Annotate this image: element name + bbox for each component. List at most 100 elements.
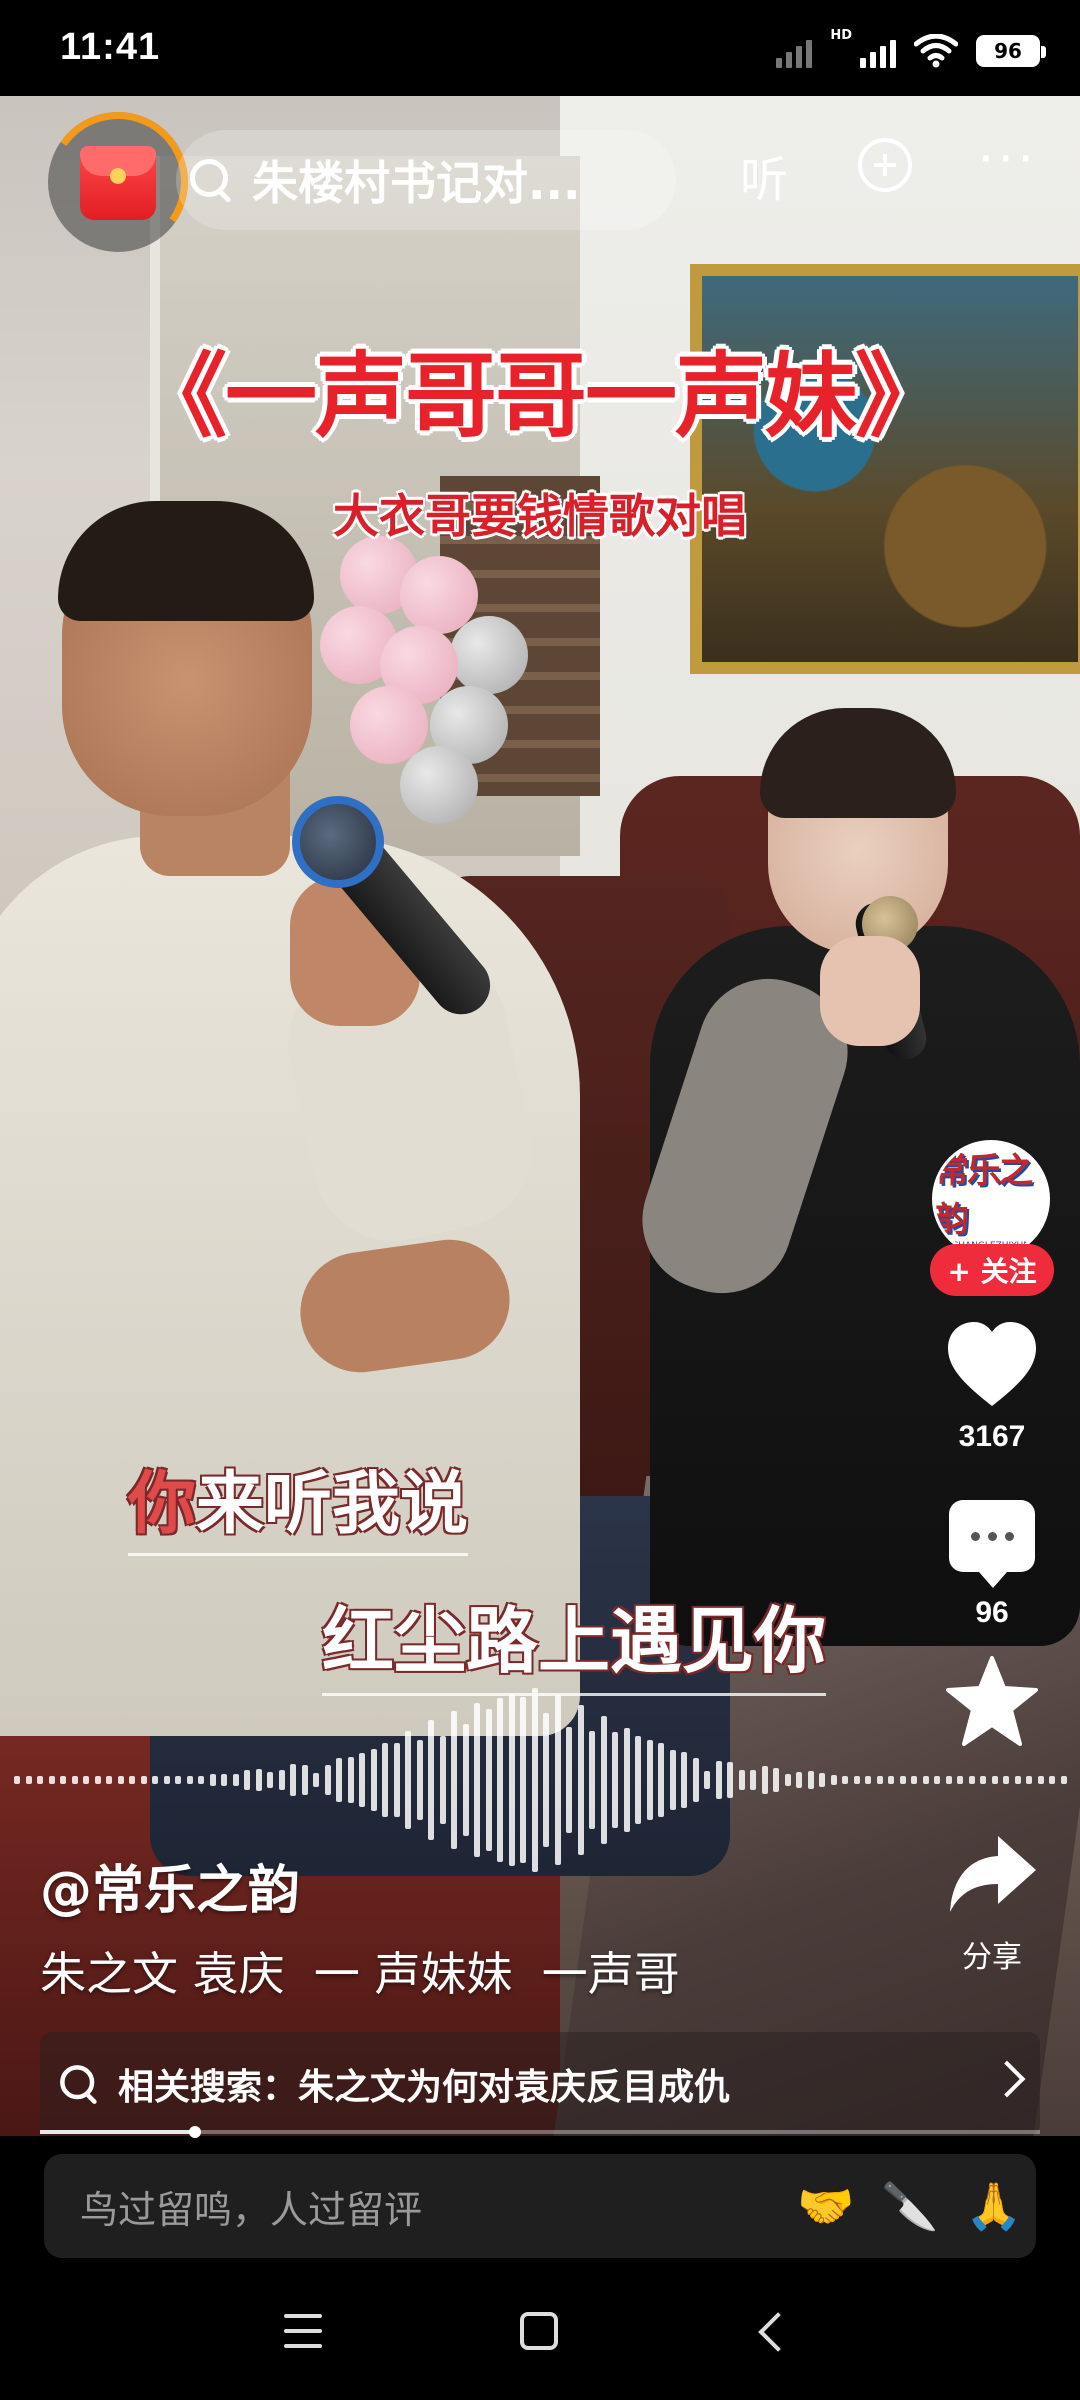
waveform-bar <box>175 1776 181 1784</box>
search-icon <box>58 2063 99 2104</box>
like-button[interactable]: 3167 <box>930 1320 1054 1454</box>
waveform-bar <box>186 1776 193 1784</box>
waveform-bar <box>957 1776 963 1784</box>
waveform-bar <box>888 1776 894 1784</box>
share-button[interactable]: 分享 <box>930 1828 1054 1976</box>
waveform-bar <box>60 1776 66 1784</box>
add-icon[interactable] <box>858 138 912 192</box>
waveform-bar <box>278 1770 285 1790</box>
waveform-bar <box>106 1776 112 1784</box>
pray-emoji-button[interactable]: 🙏 <box>952 2179 1036 2234</box>
listen-button[interactable]: 听 <box>740 140 788 210</box>
waveform-bar <box>922 1776 929 1784</box>
waveform-bar <box>1049 1776 1055 1784</box>
menu-icon[interactable] <box>284 2314 322 2348</box>
comment-icon <box>949 1500 1035 1588</box>
waveform-bar <box>876 1776 883 1784</box>
waveform-bar <box>163 1776 170 1784</box>
waveform-bar <box>336 1758 342 1802</box>
waveform-bar <box>554 1695 561 1865</box>
waveform-bar <box>796 1771 802 1789</box>
comment-input-bar[interactable]: 鸟过留鸣，人过留评 🤝 🔪 🙏 <box>44 2154 1036 2258</box>
waveform-bar <box>761 1765 768 1795</box>
waveform-bar <box>945 1776 952 1784</box>
waveform-bar <box>727 1761 733 1799</box>
waveform-bar <box>623 1728 630 1832</box>
waveform-bar <box>416 1739 423 1821</box>
follow-button[interactable]: + 关注 <box>930 1244 1054 1296</box>
related-search-label: 相关搜索： <box>118 2067 299 2108</box>
red-packet-button[interactable] <box>36 100 200 264</box>
waveform-bar <box>94 1776 101 1784</box>
related-search-bar[interactable]: 相关搜索： 朱之文为何对袁庆反目成仇 <box>40 2032 1040 2136</box>
waveform-bar <box>232 1773 239 1787</box>
network-type-label: HD <box>830 27 852 43</box>
signal-secondary-icon <box>776 34 813 68</box>
waveform-bar <box>830 1774 837 1786</box>
waveform-bar <box>152 1776 158 1784</box>
waveform-bar <box>681 1751 687 1809</box>
waveform-bar <box>1060 1776 1067 1784</box>
comment-button[interactable]: 96 <box>930 1500 1054 1630</box>
waveform-bar <box>140 1776 147 1784</box>
post-description[interactable]: 朱之文 袁庆 一 声妹妹 一声哥 <box>40 1938 680 2004</box>
waveform-bar <box>612 1731 618 1829</box>
waveform-bar <box>715 1761 722 1799</box>
waveform-bar <box>347 1756 354 1804</box>
search-bar[interactable]: 朱楼村书记对... <box>176 130 676 230</box>
creator-avatar[interactable]: 常乐之韵 CHANGLEZHIYUN <box>932 1140 1050 1258</box>
waveform-bar <box>474 1702 480 1858</box>
waveform-bar <box>198 1776 204 1784</box>
waveform-bar <box>635 1736 641 1824</box>
signal-icon <box>860 34 896 68</box>
waveform-bar <box>290 1764 296 1796</box>
waveform-bar <box>750 1770 756 1790</box>
knife-emoji-button[interactable]: 🔪 <box>868 2179 952 2234</box>
waveform-bar <box>991 1776 998 1784</box>
waveform-bar <box>209 1773 216 1787</box>
favorite-button[interactable] <box>930 1654 1054 1754</box>
waveform-bar <box>842 1776 848 1784</box>
waveform-bar <box>600 1716 607 1844</box>
waveform-bar <box>589 1730 595 1830</box>
waveform-bar <box>485 1709 492 1851</box>
waveform-bar <box>83 1776 89 1784</box>
lyric-line-1: 你来听我说 <box>128 1448 469 1556</box>
waveform-bar <box>807 1770 814 1790</box>
waveform-bar <box>244 1770 250 1790</box>
handshake-emoji-button[interactable]: 🤝 <box>784 2179 868 2234</box>
waveform-bar <box>658 1742 664 1818</box>
waveform-bar <box>773 1767 779 1793</box>
waveform-bar <box>117 1776 124 1784</box>
lyric-highlight: 你 <box>128 1465 197 1544</box>
battery-icon: 96 <box>976 35 1046 67</box>
waveform-bar <box>37 1776 43 1784</box>
search-icon <box>188 157 234 203</box>
more-options-button[interactable]: ··· <box>978 130 1038 188</box>
waveform-bar <box>968 1776 975 1784</box>
waveform-bar <box>129 1776 135 1784</box>
author-name[interactable]: @常乐之韵 <box>40 1848 300 1923</box>
waveform-bar <box>393 1742 400 1818</box>
waveform-bar <box>428 1720 434 1840</box>
home-icon[interactable] <box>520 2312 558 2350</box>
microphone-icon <box>292 796 384 888</box>
comment-input[interactable]: 鸟过留鸣，人过留评 <box>80 2179 784 2234</box>
waveform-bar <box>255 1768 262 1792</box>
waveform-bar <box>71 1776 78 1784</box>
video-progress-bar[interactable] <box>40 2126 1040 2138</box>
waveform-bar <box>1014 1776 1021 1784</box>
waveform-bar <box>48 1776 55 1784</box>
video-subtitle: 大衣哥要钱情歌对唱 <box>333 489 747 543</box>
waveform-bar <box>25 1776 32 1784</box>
waveform-bar <box>865 1776 871 1784</box>
waveform-bar <box>462 1723 469 1837</box>
back-icon[interactable] <box>758 2312 798 2352</box>
status-bar: 11:41 HD 96 <box>0 0 1080 96</box>
video-progress-knob[interactable] <box>189 2126 201 2138</box>
waveform-bar <box>784 1773 791 1787</box>
avatar-logo-text: 常乐之韵 <box>935 1151 1033 1240</box>
waveform-bar <box>738 1770 745 1790</box>
waveform-bar <box>508 1693 515 1867</box>
battery-level: 96 <box>994 39 1022 63</box>
